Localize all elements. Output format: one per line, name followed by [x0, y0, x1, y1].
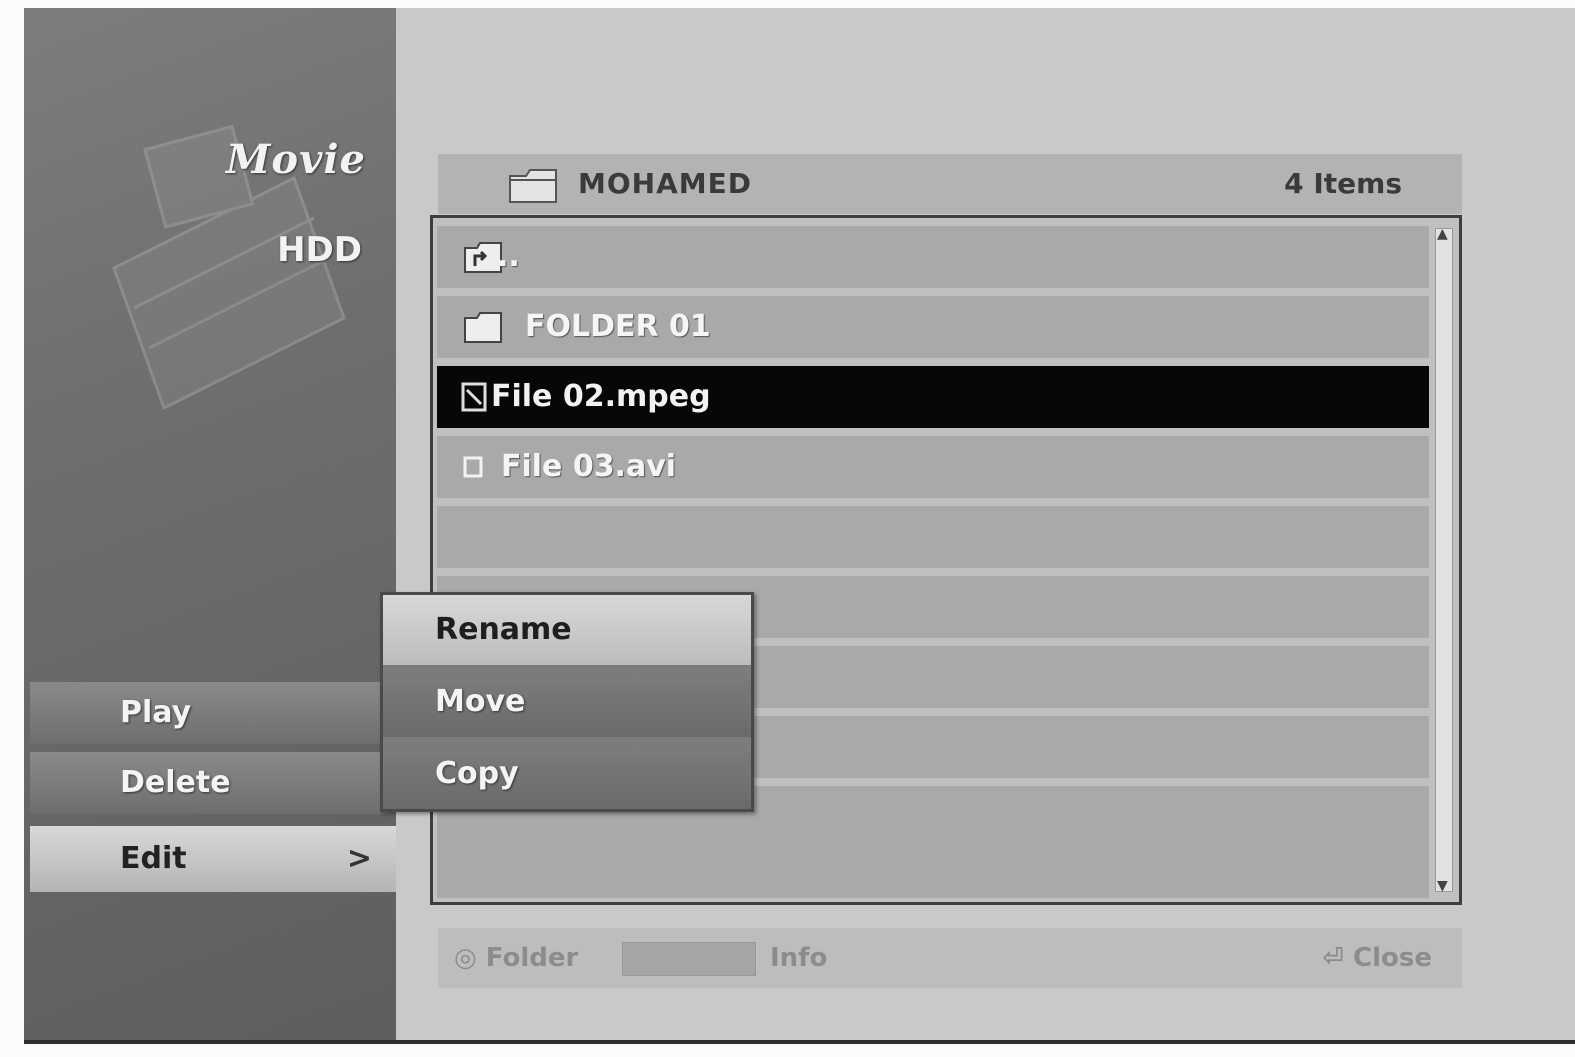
list-item-label: File 03.avi — [501, 449, 677, 484]
menu-item-label: Edit — [120, 841, 187, 876]
scroll-down-icon[interactable]: ▼ — [1437, 879, 1448, 893]
list-item-empty — [437, 838, 1429, 898]
item-count: 4 Items — [1284, 167, 1402, 200]
menu-item-delete[interactable]: Delete — [30, 752, 390, 814]
submenu-item-label: Move — [435, 684, 526, 719]
menu-item-play[interactable]: Play — [30, 682, 390, 744]
folder-icon — [509, 169, 557, 203]
edit-submenu: Rename Move Copy — [380, 592, 754, 812]
folder-hint-label: Folder — [485, 943, 579, 973]
close-hint: ⏎ Close — [1322, 943, 1432, 973]
list-item-file[interactable]: File 03.avi — [437, 436, 1429, 498]
close-hint-label: Close — [1353, 943, 1432, 973]
panel-title: Movie — [226, 136, 366, 183]
info-hint: Info — [770, 943, 828, 973]
scroll-up-icon[interactable]: ▲ — [1437, 227, 1448, 241]
list-item-label: File 02.mpeg — [491, 379, 711, 414]
submenu-item-rename[interactable]: Rename — [383, 595, 751, 665]
list-item-file-selected[interactable]: File 02.mpeg — [437, 366, 1429, 428]
chevron-right-icon: > — [346, 841, 372, 876]
folder-hint: ◎ Folder — [454, 943, 579, 973]
list-item-empty — [437, 506, 1429, 568]
submenu-item-move[interactable]: Move — [383, 667, 751, 737]
scrollbar[interactable]: ▲ ▼ — [1435, 227, 1453, 893]
submenu-item-label: Copy — [435, 756, 519, 791]
folder-icon — [464, 312, 502, 343]
display-button-icon — [622, 942, 756, 976]
menu-item-label: Play — [120, 695, 192, 730]
submenu-item-label: Rename — [435, 612, 572, 647]
dvd-recorder-screen: Movie HDD Play Delete Edit > MOHAMED 4 I… — [24, 8, 1575, 1044]
movie-file-icon — [461, 382, 487, 412]
list-item-label: FOLDER 01 — [525, 309, 711, 344]
current-folder-name: MOHAMED — [578, 167, 753, 200]
menu-item-label: Delete — [120, 765, 231, 800]
list-item-folder[interactable]: FOLDER 01 — [437, 296, 1429, 358]
menu-item-edit[interactable]: Edit > — [30, 826, 396, 892]
submenu-item-copy[interactable]: Copy — [383, 739, 751, 809]
footer-hints: ◎ Folder Info ⏎ Close — [438, 928, 1462, 988]
list-item-parent[interactable]: .. — [437, 226, 1429, 288]
panel-subtitle: HDD — [277, 230, 362, 270]
folder-header: MOHAMED 4 Items — [438, 154, 1462, 214]
list-item-label: .. — [497, 239, 520, 274]
movie-file-icon — [463, 456, 483, 478]
